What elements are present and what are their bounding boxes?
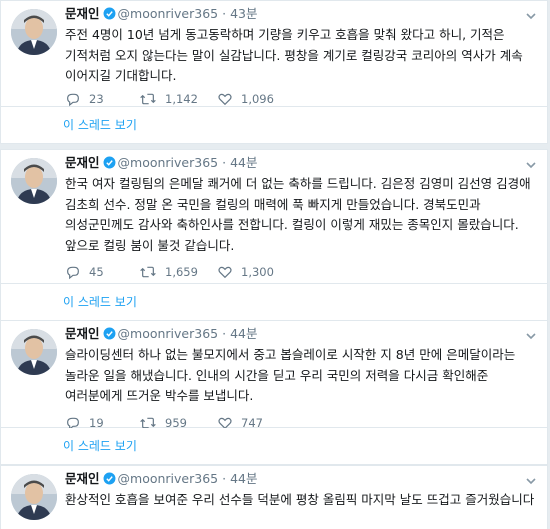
like-icon (217, 264, 233, 280)
tweet-timestamp[interactable]: 43분 (230, 6, 257, 21)
retweet-icon (139, 264, 157, 280)
like-icon (217, 91, 233, 107)
show-thread-link[interactable]: 이 스레드 보기 (63, 116, 137, 133)
tweet[interactable]: 문재인 @moonriver365 · 44분 슬라이딩센터 하나 없는 불모지에… (0, 320, 548, 431)
like-button[interactable]: 1,300 (217, 264, 274, 280)
tweet-timestamp[interactable]: 44분 (230, 471, 257, 486)
reply-button[interactable]: 45 (65, 264, 104, 280)
verified-badge-icon (103, 472, 116, 490)
thread-bar: 이 스레드 보기 (0, 107, 548, 144)
author-handle[interactable]: @moonriver365 (118, 6, 219, 21)
author-name[interactable]: 문재인 (65, 6, 100, 21)
retweet-count: 1,659 (165, 265, 198, 279)
avatar-image (11, 9, 57, 55)
separator-dot: · (222, 471, 227, 486)
tweet-header: 문재인 @moonriver365 · 44분 (65, 154, 537, 174)
like-button[interactable]: 1,096 (217, 91, 274, 107)
show-thread-link[interactable]: 이 스레드 보기 (63, 437, 137, 454)
avatar-image (11, 158, 57, 204)
retweet-icon (139, 91, 157, 107)
like-count: 1,300 (241, 265, 274, 279)
show-thread-link[interactable]: 이 스레드 보기 (63, 293, 137, 310)
separator-dot: · (222, 326, 227, 341)
verified-badge-icon (103, 156, 116, 174)
avatar[interactable] (11, 474, 57, 520)
reply-icon (65, 91, 81, 107)
retweet-count: 1,142 (165, 92, 198, 106)
separator-dot: · (222, 6, 227, 21)
tweet-timestamp[interactable]: 44분 (230, 326, 257, 341)
tweet-text: 환상적인 호흡을 보여준 우리 선수들 덕분에 평창 올림픽 마지막 날도 뜨겁… (65, 492, 535, 507)
timeline-feed: 문재인 @moonriver365 · 43분 주전 4명이 10년 넘게 동고동… (0, 0, 550, 529)
author-handle[interactable]: @moonriver365 (118, 471, 219, 486)
chevron-down-icon[interactable] (525, 7, 537, 20)
avatar-image (11, 329, 57, 375)
separator-dot: · (222, 155, 227, 170)
tweet-text: 슬라이딩센터 하나 없는 불모지에서 중고 봅슬레이로 시작한 지 8년 만에 … (65, 347, 516, 403)
tweet[interactable]: 문재인 @moonriver365 · 44분 한국 여자 컬링팀의 은메달 쾌거… (0, 149, 548, 284)
author-name[interactable]: 문재인 (65, 155, 100, 170)
reply-count: 23 (89, 92, 104, 106)
retweet-button[interactable]: 1,142 (139, 91, 198, 107)
avatar[interactable] (11, 158, 57, 204)
reply-icon (65, 264, 81, 280)
chevron-down-icon[interactable] (525, 156, 537, 169)
tweet-header: 문재인 @moonriver365 · 44분 (65, 470, 537, 490)
tweet-timestamp[interactable]: 44분 (230, 155, 257, 170)
author-handle[interactable]: @moonriver365 (118, 155, 219, 170)
verified-badge-icon (103, 327, 116, 345)
like-count: 1,096 (241, 92, 274, 106)
tweet[interactable]: 문재인 @moonriver365 · 44분 환상적인 호흡을 보여준 우리 선… (0, 465, 548, 529)
reply-button[interactable]: 23 (65, 91, 104, 107)
author-name[interactable]: 문재인 (65, 471, 100, 486)
tweet-text: 주전 4명이 10년 넘게 동고동락하며 기량을 키우고 호흡을 맞춰 왔다고 … (65, 27, 523, 83)
tweet-header: 문재인 @moonriver365 · 44분 (65, 325, 537, 345)
thread-bar: 이 스레드 보기 (0, 428, 548, 465)
tweet-text: 한국 여자 컬링팀의 은메달 쾌거에 더 없는 축하를 드립니다. 김은정 김영… (65, 176, 531, 253)
author-name[interactable]: 문재인 (65, 326, 100, 341)
retweet-button[interactable]: 1,659 (139, 264, 198, 280)
avatar-image (11, 474, 57, 520)
author-handle[interactable]: @moonriver365 (118, 326, 219, 341)
verified-badge-icon (103, 7, 116, 25)
chevron-down-icon[interactable] (525, 472, 537, 485)
chevron-down-icon[interactable] (525, 327, 537, 340)
tweet-header: 문재인 @moonriver365 · 43분 (65, 5, 537, 25)
reply-count: 45 (89, 265, 104, 279)
avatar[interactable] (11, 9, 57, 55)
avatar[interactable] (11, 329, 57, 375)
tweet[interactable]: 문재인 @moonriver365 · 43분 주전 4명이 10년 넘게 동고동… (0, 0, 548, 107)
thread-bar: 이 스레드 보기 (0, 284, 548, 321)
